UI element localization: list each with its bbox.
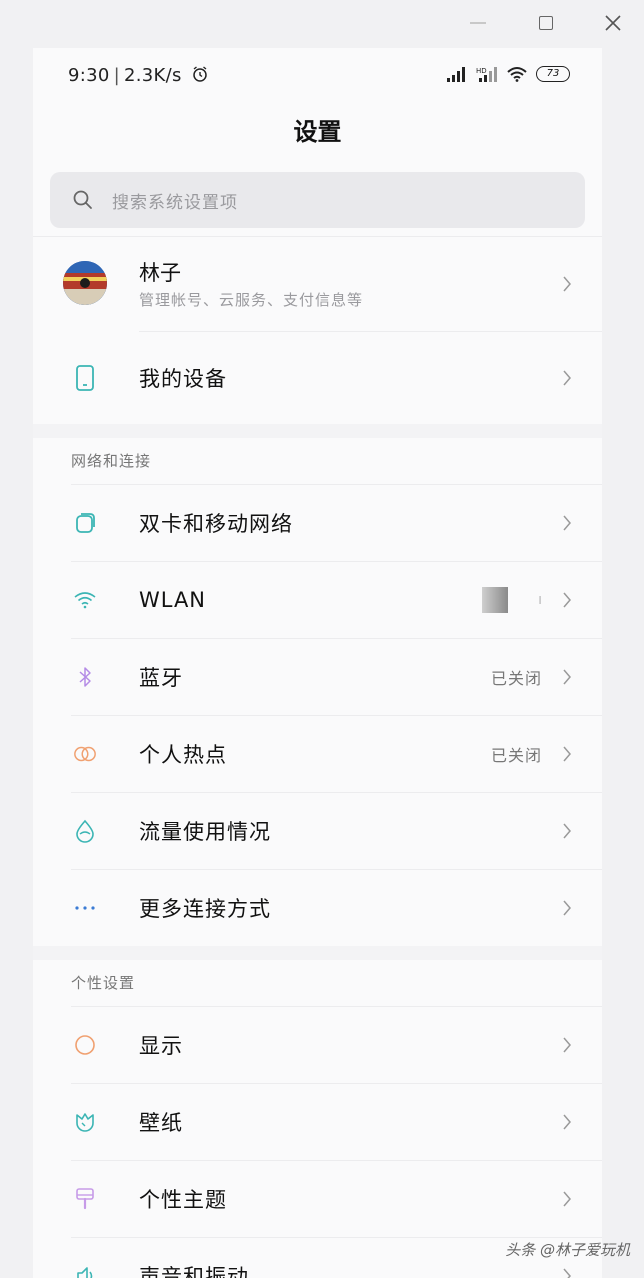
theme-label: 个性主题 [139,1188,227,1212]
more-connections-label: 更多连接方式 [139,897,271,921]
sound-label: 声音和振动 [139,1265,249,1278]
maximize-button[interactable] [539,16,553,30]
wlan-label: WLAN [139,588,207,612]
status-speed: 2.3K/s [124,65,182,86]
chevron-right-icon [563,1191,571,1207]
status-separator: | [113,65,120,86]
hotspot-row[interactable]: 个人热点 已关闭 [33,716,602,792]
page-title: 设置 [293,118,342,146]
hotspot-label: 个人热点 [139,743,227,767]
avatar [63,261,107,305]
wifi-icon [73,588,97,612]
watermark: 头条 @林子爱玩机 [505,1241,630,1259]
minimize-button[interactable] [470,22,486,24]
chevron-right-icon [563,276,571,292]
chevron-right-icon [563,592,571,608]
account-name: 林子 [139,261,181,285]
svg-text:HD: HD [476,67,487,75]
status-right: HD 73 [446,66,570,82]
account-row[interactable]: 林子 管理帐号、云服务、支付信息等 [33,237,602,331]
search-placeholder: 搜索系统设置项 [112,192,238,213]
account-card: 林子 管理帐号、云服务、支付信息等 我的设备 [33,236,602,424]
network-section: 网络和连接 双卡和移动网络 WLAN ı 蓝牙 已关闭 个人热点 已关闭 流量使… [33,438,602,946]
search-icon [73,190,92,209]
status-time: 9:30 [68,65,110,86]
phone-icon [73,365,97,391]
chevron-right-icon [563,746,571,762]
alarm-icon [192,66,207,82]
window-controls [0,0,644,48]
chevron-right-icon [563,1037,571,1053]
wifi-icon [507,67,527,82]
my-device-row[interactable]: 我的设备 [33,332,602,424]
chevron-right-icon [563,515,571,531]
section-title-personal: 个性设置 [71,974,136,992]
battery-indicator: 73 [536,66,570,82]
data-usage-label: 流量使用情况 [139,820,271,844]
sim-network-label: 双卡和移动网络 [139,512,293,536]
account-subtitle: 管理帐号、云服务、支付信息等 [139,291,364,309]
search-bar[interactable]: 搜索系统设置项 [50,172,585,228]
chevron-right-icon [563,1268,571,1278]
more-connections-row[interactable]: 更多连接方式 [33,870,602,946]
personalization-section: 个性设置 显示 壁纸 个性主题 声音和振动 [33,960,602,1278]
display-icon [73,1033,97,1057]
hotspot-icon [73,742,97,766]
close-icon[interactable] [604,14,622,32]
more-dots-icon [73,896,97,920]
chevron-right-icon [563,823,571,839]
sound-icon [73,1264,97,1278]
section-title-network: 网络和连接 [71,452,152,470]
top-block: 9:30 | 2.3K/s HD 73 设置 搜索系统设置项 [33,48,602,236]
sim-network-row[interactable]: 双卡和移动网络 [33,485,602,561]
chevron-right-icon [563,900,571,916]
paint-brush-icon [73,1187,97,1211]
data-usage-row[interactable]: 流量使用情况 [33,793,602,869]
bluetooth-status: 已关闭 [490,669,542,688]
droplet-icon [73,819,97,843]
hotspot-status: 已关闭 [490,746,542,765]
wlan-ssid-fragment: ı [538,592,542,608]
status-bar: 9:30 | 2.3K/s HD 73 [33,48,602,104]
chevron-right-icon [563,370,571,386]
sim-card-icon [73,511,97,535]
bluetooth-row[interactable]: 蓝牙 已关闭 [33,639,602,715]
display-label: 显示 [139,1034,183,1058]
display-row[interactable]: 显示 [33,1007,602,1083]
tulip-icon [73,1110,97,1134]
phone-screen: 9:30 | 2.3K/s HD 73 设置 搜索系统设置项 林子 管理帐号、云… [33,48,602,1278]
signal-hd-icon: HD [476,67,497,82]
bluetooth-icon [73,665,97,689]
wlan-row[interactable]: WLAN ı [33,562,602,638]
theme-row[interactable]: 个性主题 [33,1161,602,1237]
status-left: 9:30 | 2.3K/s [68,65,209,86]
wlan-ssid-redacted [482,587,508,613]
bluetooth-label: 蓝牙 [139,666,183,690]
my-device-label: 我的设备 [139,367,227,391]
signal-icon [447,67,465,82]
chevron-right-icon [563,669,571,685]
chevron-right-icon [563,1114,571,1130]
wallpaper-label: 壁纸 [139,1111,183,1135]
wallpaper-row[interactable]: 壁纸 [33,1084,602,1160]
